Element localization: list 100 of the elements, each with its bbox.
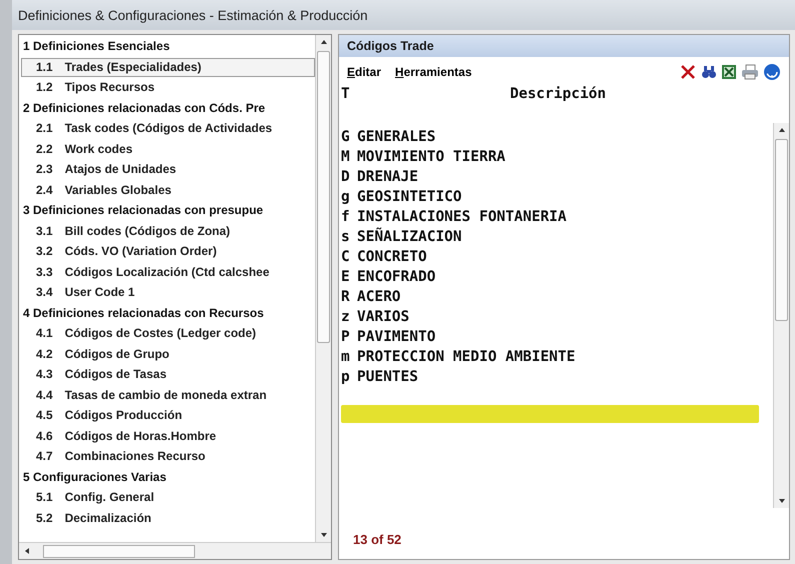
- item-label: Config. General: [64, 489, 154, 506]
- tree-item[interactable]: 4.1 Códigos de Costes (Ledger code): [21, 324, 315, 344]
- item-label: Combinaciones Recurso: [64, 448, 206, 465]
- menu-item[interactable]: Herramientas: [395, 65, 472, 79]
- tree-item[interactable]: 3.2 Códs. VO (Variation Order): [21, 242, 315, 262]
- item-number: 2.1: [36, 120, 53, 137]
- item-number: 1.2: [36, 79, 53, 96]
- item-number: 5.1: [36, 489, 53, 506]
- tree-item[interactable]: 3.4 User Code 1: [21, 283, 315, 302]
- tree-item[interactable]: 2.3 Atajos de Unidades: [21, 160, 315, 180]
- item-number: 4.2: [36, 346, 53, 362]
- table-cell-text: G: [341, 128, 351, 147]
- item-label: Códigos Localización (Ctd calcshee: [64, 264, 270, 280]
- tree-item[interactable]: 4.7 Combinaciones Recurso: [21, 447, 315, 466]
- item-label: Tipos Recursos: [64, 79, 154, 96]
- item-label: Códs. VO (Variation Order): [64, 243, 217, 260]
- item-number: 2.3: [36, 161, 53, 178]
- item-number: 4.5: [36, 407, 53, 424]
- column-header: T: [341, 85, 351, 104]
- tree-item[interactable]: 5.2 Decimalización: [21, 508, 315, 528]
- menu-item[interactable]: Editar: [347, 65, 382, 79]
- binoculars-icon[interactable]: [701, 64, 717, 80]
- table-cell-text: GEOSINTETICO: [357, 188, 463, 207]
- tree-item[interactable]: 1.1 Trades (Especialidades): [21, 58, 315, 77]
- table-cell-text: ACERO: [357, 288, 402, 307]
- item-label: Work codes: [64, 140, 132, 158]
- table-cell-text: INSTALACIONES FONTANERIA: [357, 208, 568, 227]
- scroll-thumb[interactable]: [43, 544, 195, 558]
- tree-item[interactable]: 3.1 Bill codes (Códigos de Zona): [21, 222, 315, 241]
- tree-item[interactable]: 4.6 Códigos de Horas.Hombre: [21, 426, 315, 446]
- printer-icon[interactable]: [741, 64, 759, 80]
- column-header: Descripción: [508, 85, 608, 104]
- item-number: 1.1: [36, 58, 53, 76]
- tree-item[interactable]: 4.3 Códigos de Tasas: [21, 365, 315, 384]
- table-cell-text: g: [341, 188, 351, 207]
- item-number: 3.1: [36, 222, 53, 240]
- tree-item[interactable]: 2.1 Task codes (Códigos de Actividades: [21, 119, 315, 138]
- item-number: 4.4: [36, 386, 53, 404]
- tree-item[interactable]: 4.5 Códigos Producción: [21, 406, 315, 426]
- table-cell-text: SEÑALIZACION: [357, 227, 463, 247]
- table-cell-text: R: [341, 288, 351, 307]
- item-number: 4.1: [36, 325, 53, 342]
- table-cell-text: PUENTES: [357, 368, 420, 387]
- table-cell-text: f: [341, 208, 351, 227]
- item-number: 3.2: [36, 243, 53, 260]
- table-cell-text: PROTECCION MEDIO AMBIENTE: [357, 348, 576, 367]
- tree-item[interactable]: 1.2 Tipos Recursos: [21, 78, 315, 98]
- tree-item[interactable]: 3.3 Códigos Localización (Ctd calcshee: [21, 262, 315, 282]
- spreadsheet-icon[interactable]: [721, 64, 737, 80]
- table-cell-text: C: [341, 248, 351, 267]
- scroll-thumb[interactable]: [317, 51, 330, 343]
- item-label: Códigos de Grupo: [64, 346, 170, 362]
- delete-icon[interactable]: [679, 64, 697, 80]
- section-heading[interactable]: 5 Configuraciones Varias: [21, 468, 315, 487]
- table-cell-text: GENERALES: [357, 128, 437, 147]
- scroll-left-icon[interactable]: [23, 546, 31, 556]
- table-cell-text: CONCRETO: [357, 248, 428, 267]
- table-cell-text: DRENAJE: [357, 168, 420, 187]
- item-label: Variables Globales: [64, 182, 172, 198]
- record-count: 13 of 52: [352, 531, 402, 549]
- section-heading[interactable]: 4 Definiciones relacionadas con Recursos: [21, 304, 315, 323]
- item-number: 3.3: [36, 264, 53, 280]
- table-cell-text: ENCOFRADO: [357, 268, 437, 287]
- item-label: Bill codes (Códigos de Zona): [64, 222, 230, 240]
- panel-title: Códigos Trade: [339, 35, 789, 57]
- table-cell-text: MOVIMIENTO TIERRA: [357, 148, 506, 167]
- item-label: User Code 1: [64, 284, 135, 301]
- item-number: 2.4: [36, 182, 53, 198]
- item-number: 4.3: [36, 366, 53, 383]
- scroll-thumb[interactable]: [775, 139, 788, 321]
- table-cell-text: s: [341, 228, 351, 247]
- item-number: 4.7: [36, 448, 53, 465]
- table-cell-text: VARIOS: [357, 308, 410, 327]
- item-number: 5.2: [36, 510, 53, 526]
- section-heading[interactable]: 3 Definiciones relacionadas con presupue: [21, 201, 315, 220]
- table-cell-text: M: [341, 148, 351, 167]
- item-number: 3.4: [36, 284, 53, 301]
- window-title: Definiciones & Configuraciones - Estimación & Producción: [12, 0, 795, 30]
- item-label: Trades (Especialidades): [64, 58, 202, 76]
- item-label: Decimalización: [64, 510, 152, 526]
- tree-item[interactable]: 4.2 Códigos de Grupo: [21, 344, 315, 364]
- tree-item[interactable]: 5.1 Config. General: [21, 488, 315, 508]
- table-cell-text: E: [341, 268, 351, 287]
- section-heading[interactable]: 1 Definiciones Esenciales: [21, 37, 315, 56]
- item-label: Atajos de Unidades: [64, 161, 176, 178]
- item-label: Códigos de Costes (Ledger code): [64, 325, 256, 342]
- table-cell-text: z: [341, 308, 351, 327]
- item-label: Códigos de Tasas: [64, 366, 166, 383]
- item-number: 4.6: [36, 428, 53, 444]
- tree-item[interactable]: 2.4 Variables Globales: [21, 180, 315, 200]
- item-label: Códigos Producción: [64, 407, 182, 424]
- item-label: Códigos de Horas.Hombre: [64, 428, 216, 444]
- table-cell-text: m: [341, 348, 351, 367]
- table-cell-text: P: [341, 328, 351, 347]
- tree-item[interactable]: 4.4 Tasas de cambio de moneda extran: [21, 386, 315, 405]
- tree-item[interactable]: 2.2 Work codes: [21, 140, 315, 159]
- item-number: 2.2: [36, 140, 53, 158]
- item-label: Tasas de cambio de moneda extran: [64, 386, 267, 404]
- table-cell-text: PAVIMENTO: [357, 328, 437, 347]
- section-heading[interactable]: 2 Definiciones relacionadas con Códs. Pre: [21, 98, 315, 118]
